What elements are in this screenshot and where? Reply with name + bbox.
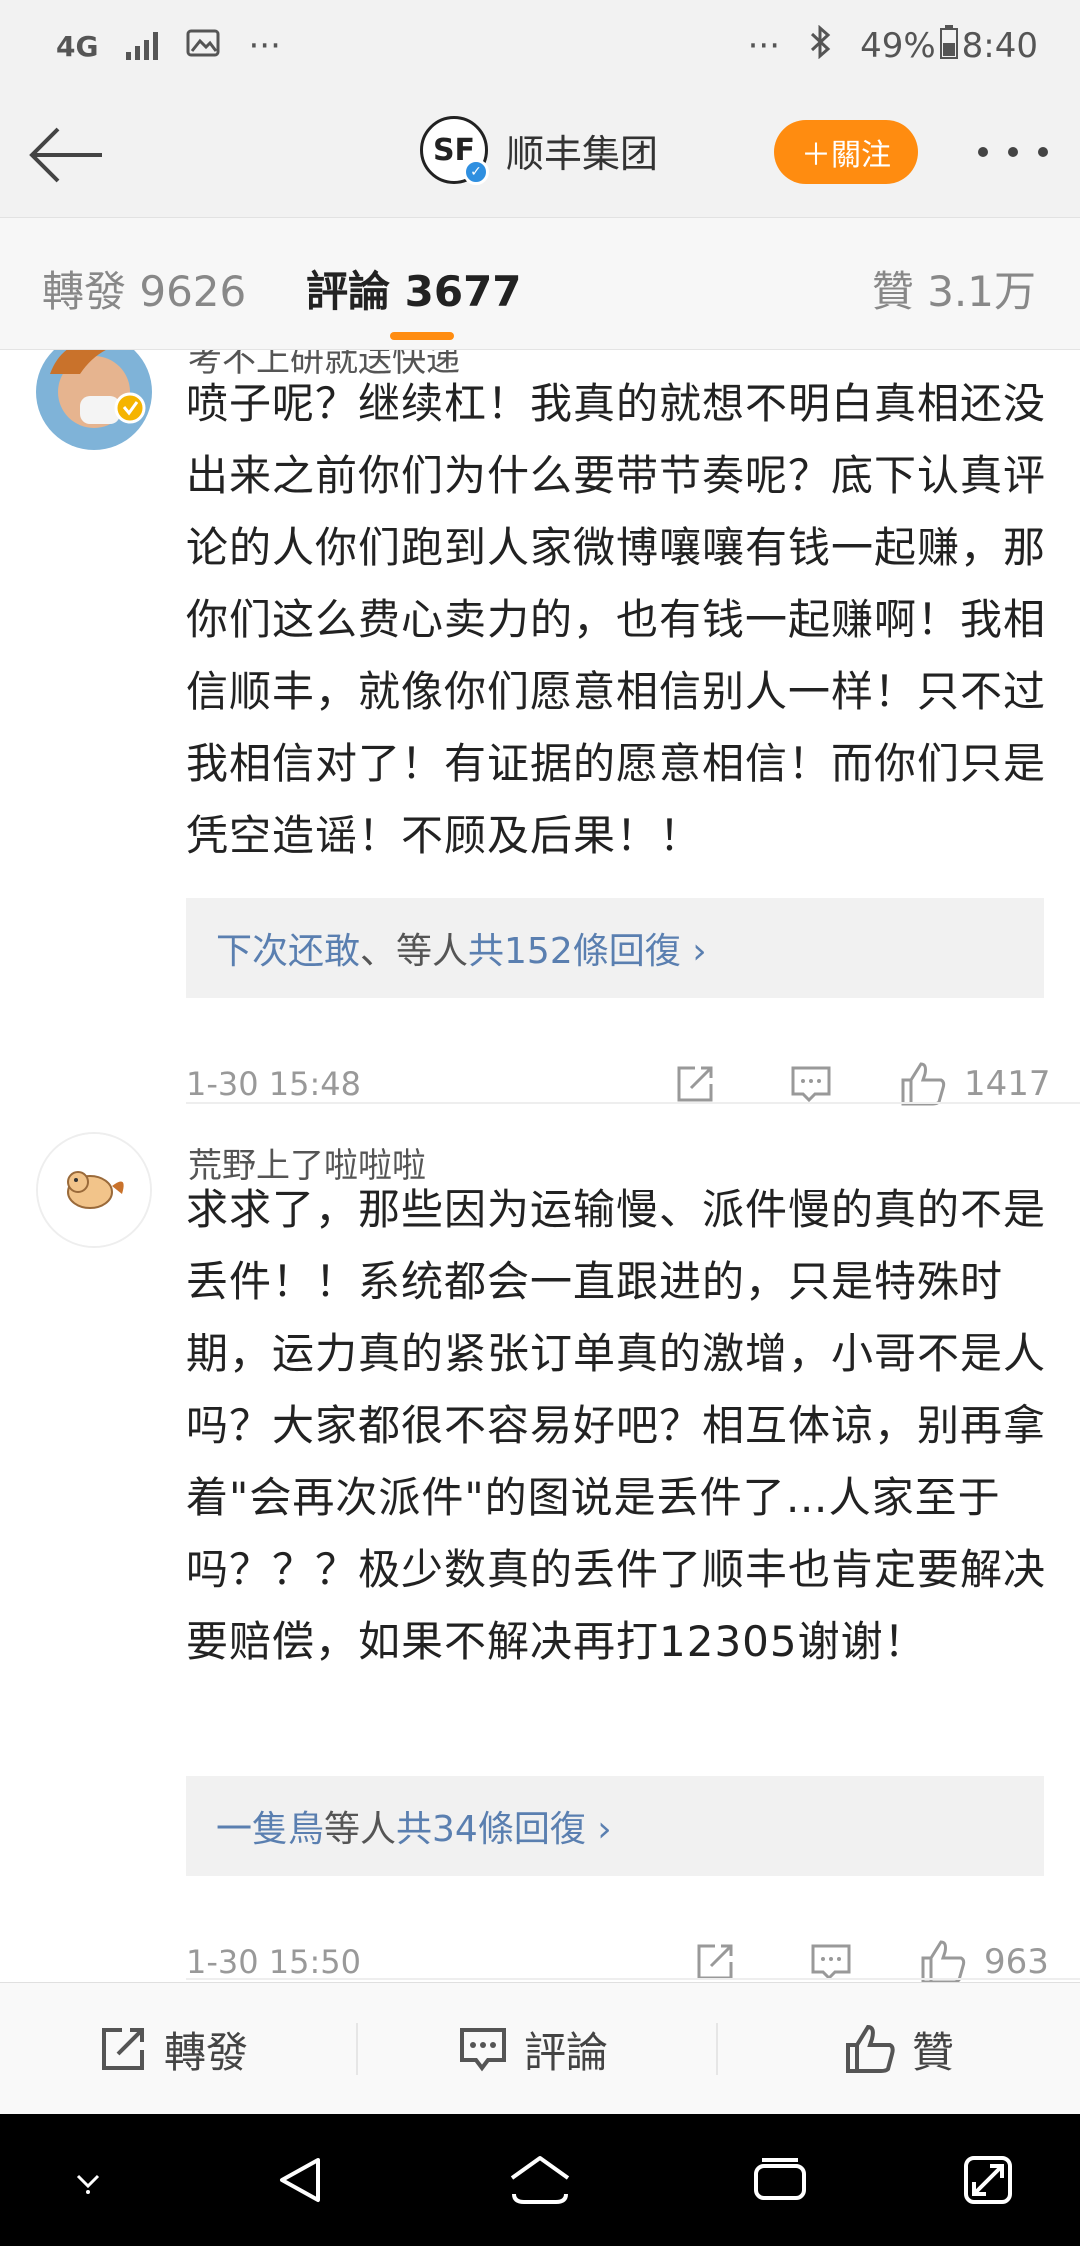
tab-bar: 轉發 9626 評論 3677 贊 3.1万 [0,218,1080,350]
recents-icon [754,2158,806,2200]
nav-home-button[interactable] [504,2144,576,2216]
like-icon [846,2024,895,2073]
tab-reposts[interactable]: 轉發 9626 [42,258,246,319]
bottom-repost-button[interactable]: 轉發 [98,1983,248,2115]
comment-icon[interactable] [806,1937,856,1982]
nav-bar: SF ✓ 顺丰集团 ＋關注 [0,92,1080,218]
expand-icon [964,2156,1012,2204]
bluetooth-icon [808,24,832,68]
comment-meta: 1-30 15:48 1417 [186,1054,1051,1114]
more-status: ··· [747,26,781,66]
account-header[interactable]: SF ✓ 顺丰集团 [420,116,659,185]
replies-summary[interactable]: 下次还敢 、等人 共152條回復 › [186,898,1044,998]
battery-icon [939,24,958,68]
like-count: 963 [984,1942,1049,1982]
hide-keyboard-button[interactable] [52,2144,124,2216]
repost-icon[interactable] [690,1937,740,1982]
follow-button[interactable]: ＋關注 [774,120,918,184]
comment-divider [186,1102,1080,1104]
account-name: 顺丰集团 [506,131,659,176]
tab-likes[interactable]: 贊 3.1万 [872,258,1036,319]
reply-user[interactable]: 一隻鳥 [216,1800,324,1852]
more-options-icon[interactable] [978,132,1048,172]
bottom-like-label: 贊 [912,2027,955,2077]
like-icon[interactable] [918,1937,968,1982]
triangle-back-icon [280,2158,320,2202]
bottom-comment-button[interactable]: 評論 [458,1983,608,2115]
verified-icon: ✓ [463,159,489,185]
back-button[interactable] [26,122,106,188]
reply-separator: 等人 [324,1809,397,1850]
replies-summary[interactable]: 一隻鳥 等人 共34條回復 › [186,1776,1044,1876]
home-icon [510,2156,570,2204]
comment-text: 喷子呢？继续杠！我真的就想不明白真相还没出来之前你们为什么要带节奏呢？底下认真评… [186,379,1047,860]
bottom-like-button[interactable]: 贊 [844,1983,954,2115]
more-notifications: ··· [248,26,281,66]
avatar[interactable] [36,350,152,450]
separator [356,2023,358,2075]
gallery-icon [186,26,220,66]
comment-feed[interactable]: 考不上研就送快递 喷子呢？继续杠！我真的就想不明白真相还没出来之前你们为什么要带… [0,350,1080,1982]
status-bar: 4G ··· ··· 49% 8:40 [0,0,1080,92]
reply-count[interactable]: 共152條回復 › [468,922,707,974]
status-left: 4G ··· [56,26,281,66]
comment-icon [460,2028,506,2072]
bottom-action-bar: 轉發 評論 贊 [0,1982,1080,2114]
reply-separator: 、等人 [360,931,469,972]
repost-icon [102,2028,144,2070]
tab-comments[interactable]: 評論 3677 [306,258,522,319]
nav-recents-button[interactable] [744,2144,816,2216]
comment-time: 1-30 15:50 [186,1943,362,1981]
system-navigation-bar [0,2114,1080,2246]
account-avatar: SF ✓ [420,116,489,185]
signal-icon [126,32,159,60]
nav-back-button[interactable] [264,2144,336,2216]
arrow-left-icon [29,127,102,183]
network-label: 4G [56,29,99,63]
bottom-comment-label: 評論 [524,2027,609,2077]
chevron-down-icon [76,2174,100,2194]
nav-expand-button[interactable] [952,2144,1024,2216]
clock: 8:40 [961,26,1038,66]
bottom-repost-label: 轉發 [164,2027,249,2077]
comment-time: 1-30 15:48 [186,1065,362,1103]
comment-divider [186,1978,1080,1980]
comment-meta: 1-30 15:50 963 [186,1932,1049,1982]
active-tab-indicator [390,332,454,340]
like-count: 1417 [964,1064,1051,1104]
reply-count[interactable]: 共34條回復 › [396,1800,612,1852]
battery-level: 49% [860,26,936,66]
separator [716,2023,718,2075]
status-right: ··· 49% 8:40 [747,24,1038,68]
comment-text: 求求了，那些因为运输慢、派件慢的真的不是丢件！！系统都会一直跟进的，只是特殊时期… [186,1185,1047,1666]
reply-user[interactable]: 下次还敢 [216,922,360,974]
avatar[interactable] [36,1132,152,1248]
